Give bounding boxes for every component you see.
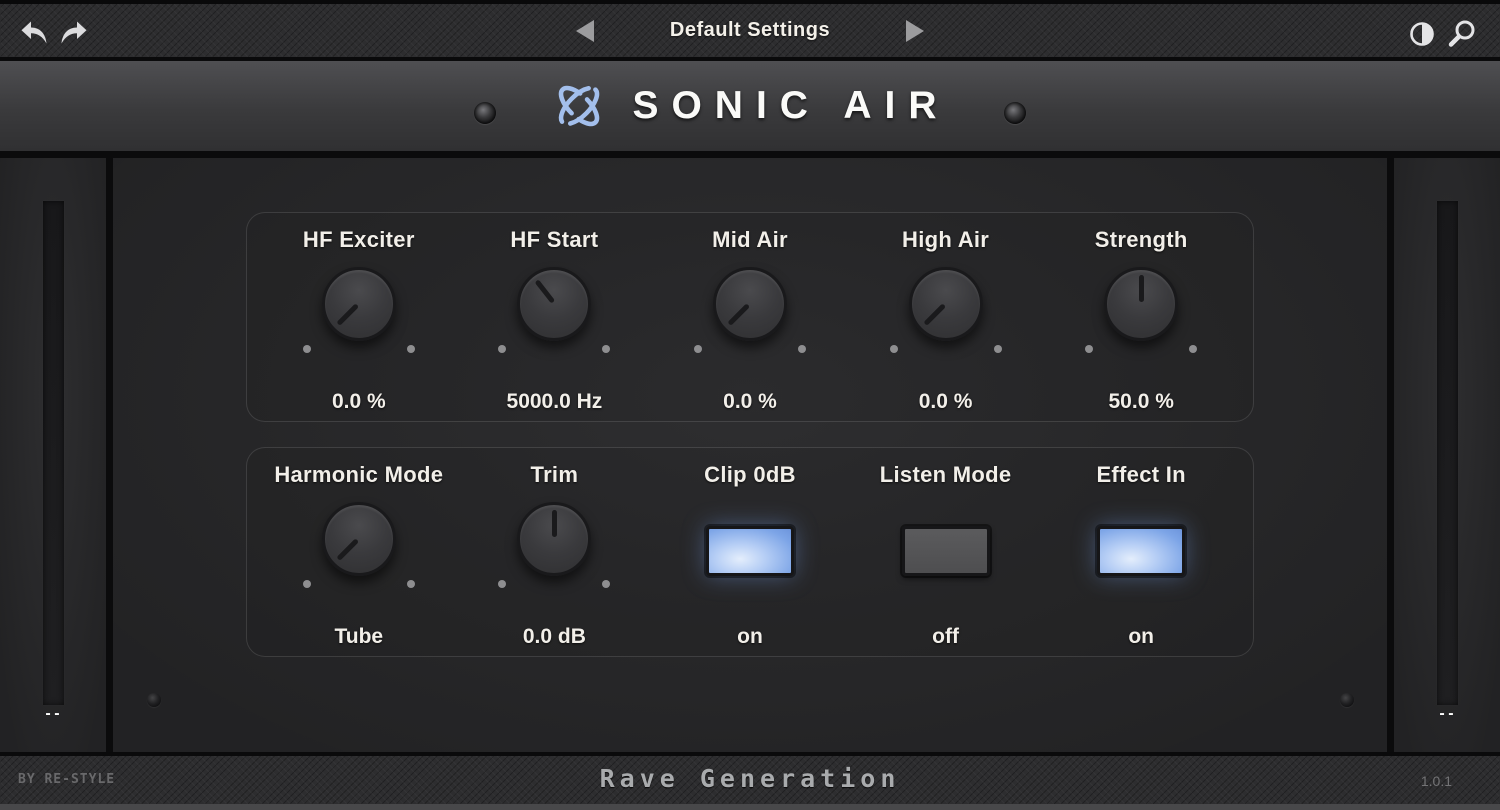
knob-max-dot	[407, 345, 415, 353]
mid-air-value: 0.0 %	[723, 390, 777, 414]
footer-bar: BY RE-STYLE Rave Generation 1.0.1	[0, 752, 1500, 810]
top-toolbar: Default Settings	[0, 0, 1500, 61]
clip-0db-toggle-button[interactable]	[706, 526, 794, 576]
knob-pointer	[311, 255, 407, 351]
mid-air-label: Mid Air	[712, 226, 788, 253]
screw-icon	[1004, 102, 1026, 124]
control-listen-mode: Listen Mode off	[848, 448, 1044, 656]
knob-pointer	[898, 255, 994, 351]
high-air-label: High Air	[902, 226, 989, 253]
high-air-value: 0.0 %	[919, 390, 973, 414]
previous-preset-arrow-icon[interactable]	[576, 20, 594, 42]
preset-navigator: Default Settings	[576, 4, 924, 57]
contrast-icon	[1407, 19, 1437, 49]
mid-air-knob[interactable]	[713, 267, 787, 341]
effect-in-label: Effect In	[1096, 461, 1186, 488]
knob-group-air: HF Exciter 0.0 % HF Start	[246, 212, 1254, 422]
redo-icon	[57, 16, 89, 50]
control-mid-air: Mid Air 0.0 %	[652, 213, 848, 421]
next-preset-arrow-icon[interactable]	[906, 20, 924, 42]
knob-min-dot	[694, 345, 702, 353]
knob-pointer	[311, 490, 407, 586]
strength-label: Strength	[1095, 226, 1188, 253]
knob-pointer	[507, 256, 602, 351]
control-panel: HF Exciter 0.0 % HF Start	[113, 158, 1387, 752]
effect-in-state: on	[1128, 625, 1154, 649]
knob-min-dot	[1085, 345, 1093, 353]
hf-exciter-label: HF Exciter	[303, 226, 415, 253]
knob-group-mode: Harmonic Mode Tube Trim	[246, 447, 1254, 657]
magnifier-icon	[1444, 18, 1478, 50]
control-harmonic-mode: Harmonic Mode Tube	[261, 448, 457, 656]
strength-value: 50.0 %	[1109, 390, 1174, 414]
clip-0db-label: Clip 0dB	[704, 461, 796, 488]
knob-min-dot	[890, 345, 898, 353]
control-trim: Trim 0.0 dB	[457, 448, 653, 656]
listen-mode-toggle-button[interactable]	[902, 526, 990, 576]
knob-min-dot	[303, 345, 311, 353]
effect-in-toggle-button[interactable]	[1097, 526, 1185, 576]
hf-exciter-knob[interactable]	[322, 267, 396, 341]
left-level-meter	[43, 201, 64, 705]
undo-icon	[19, 16, 51, 50]
knob-pointer	[520, 505, 588, 573]
hf-start-value: 5000.0 Hz	[507, 390, 603, 414]
version-number: 1.0.1	[1421, 773, 1452, 789]
right-level-meter	[1437, 201, 1458, 705]
control-hf-start: HF Start 5000.0 Hz	[457, 213, 653, 421]
title-plate: SONIC AIR	[0, 61, 1500, 158]
knob-max-dot	[602, 580, 610, 588]
main-area: -- HF Exciter 0.0 % HF	[0, 158, 1500, 752]
trim-label: Trim	[531, 461, 579, 488]
knob-max-dot	[407, 580, 415, 588]
left-meter-panel: --	[0, 158, 106, 752]
panel-divider	[1387, 158, 1394, 752]
listen-mode-state: off	[932, 625, 959, 649]
knob-max-dot	[1189, 345, 1197, 353]
preset-name[interactable]: Default Settings	[670, 19, 830, 42]
hf-start-label: HF Start	[510, 226, 598, 253]
listen-mode-label: Listen Mode	[880, 461, 1012, 488]
right-meter-panel: --	[1394, 158, 1500, 752]
control-clip-0db: Clip 0dB on	[652, 448, 848, 656]
undo-button[interactable]	[18, 15, 52, 51]
high-air-knob[interactable]	[909, 267, 983, 341]
panel-divider	[106, 158, 113, 752]
screw-icon	[474, 102, 496, 124]
redo-button[interactable]	[56, 15, 90, 51]
knob-min-dot	[303, 580, 311, 588]
knob-max-dot	[798, 345, 806, 353]
contrast-toggle-button[interactable]	[1406, 19, 1438, 49]
screw-icon	[147, 693, 161, 707]
clip-0db-state: on	[737, 625, 763, 649]
plugin-title: SONIC AIR	[632, 84, 949, 128]
strength-knob[interactable]	[1104, 267, 1178, 341]
control-high-air: High Air 0.0 %	[848, 213, 1044, 421]
vendor-credit: BY RE-STYLE	[18, 772, 115, 787]
right-meter-readout: --	[1438, 707, 1456, 722]
plugin-logo-icon	[550, 77, 608, 135]
harmonic-mode-value: Tube	[334, 625, 383, 649]
screw-icon	[1340, 693, 1354, 707]
trim-value: 0.0 dB	[523, 625, 586, 649]
magnify-button[interactable]	[1443, 18, 1479, 50]
knob-pointer	[702, 255, 798, 351]
control-hf-exciter: HF Exciter 0.0 %	[261, 213, 457, 421]
harmonic-mode-knob[interactable]	[322, 502, 396, 576]
hf-exciter-value: 0.0 %	[332, 390, 386, 414]
product-name: Rave Generation	[600, 764, 901, 793]
knob-min-dot	[498, 580, 506, 588]
control-effect-in: Effect In on	[1043, 448, 1239, 656]
knob-min-dot	[498, 345, 506, 353]
knob-max-dot	[994, 345, 1002, 353]
knob-pointer	[1107, 270, 1175, 338]
harmonic-mode-label: Harmonic Mode	[274, 461, 443, 488]
hf-start-knob[interactable]	[517, 267, 591, 341]
left-meter-readout: --	[44, 707, 62, 722]
trim-knob[interactable]	[517, 502, 591, 576]
control-strength: Strength 50.0 %	[1043, 213, 1239, 421]
knob-max-dot	[602, 345, 610, 353]
